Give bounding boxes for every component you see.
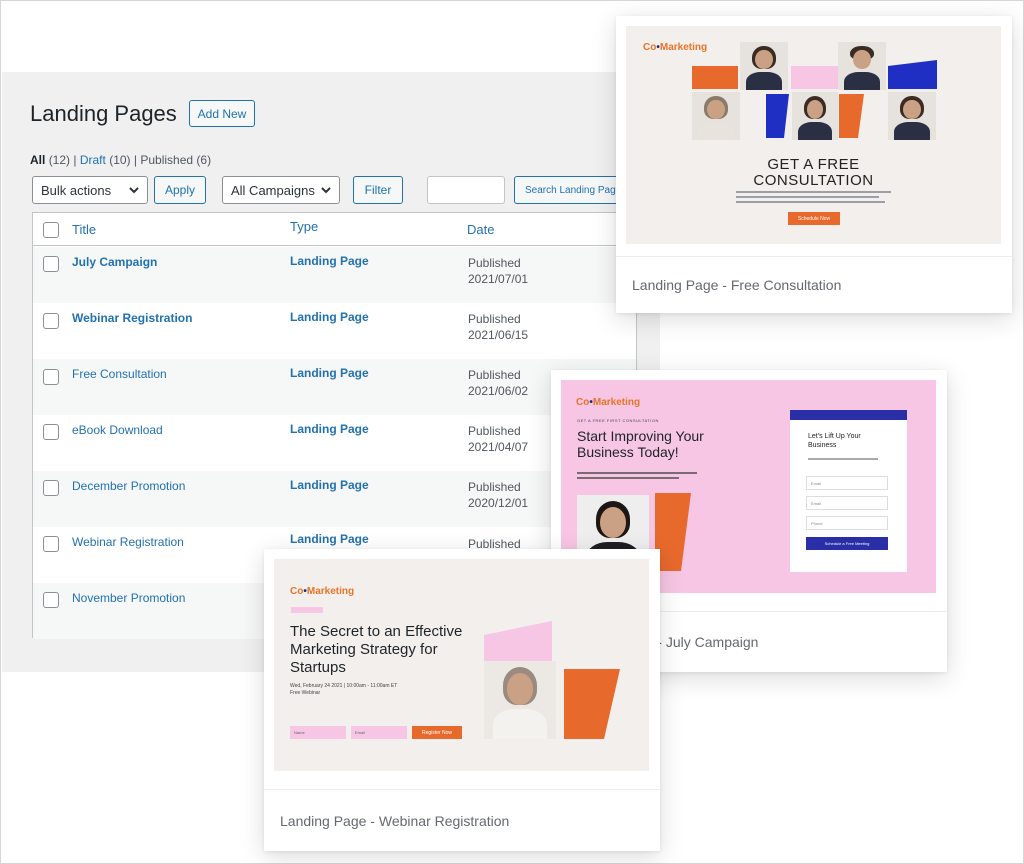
row-title-link[interactable]: December Promotion xyxy=(72,479,185,493)
row-title-link[interactable]: Free Consultation xyxy=(72,367,167,381)
bulk-actions-select[interactable]: Bulk actions xyxy=(32,176,148,204)
chevron-down-icon xyxy=(128,182,140,201)
card-caption: Landing Page - Webinar Registration xyxy=(264,789,660,851)
template-headline: The Secret to an Effective Marketing Str… xyxy=(290,623,463,676)
row-type[interactable]: Landing Page xyxy=(290,478,369,492)
table-row: December Promotion Landing Page Publishe… xyxy=(33,471,636,527)
template-preview: Co•Marketing The Secret to an Effective … xyxy=(274,559,649,771)
table-header: Title Type Date xyxy=(33,213,636,246)
row-title-link[interactable]: July Campaign xyxy=(72,255,157,269)
template-signup-form: Let's Lift Up Your Business Email Email … xyxy=(790,410,907,572)
body-text-lines xyxy=(736,191,891,206)
table-row: eBook Download Landing Page Published 202… xyxy=(33,415,636,471)
template-card-webinar-registration[interactable]: Co•Marketing The Secret to an Effective … xyxy=(264,549,660,851)
template-name-field: Name xyxy=(290,726,346,739)
row-type[interactable]: Landing Page xyxy=(290,532,369,546)
body-text-lines xyxy=(577,472,697,479)
template-cta-button: Register Now xyxy=(412,726,462,739)
row-title-link[interactable]: November Promotion xyxy=(72,591,185,605)
search-input[interactable] xyxy=(427,176,505,204)
person-photo xyxy=(888,92,936,140)
filter-button[interactable]: Filter xyxy=(353,176,403,204)
row-checkbox[interactable] xyxy=(43,592,59,608)
table-row: Webinar Registration Landing Page Publis… xyxy=(33,303,636,359)
row-checkbox[interactable] xyxy=(43,536,59,552)
person-photo xyxy=(792,92,838,140)
search-landing-pages-button[interactable]: Search Landing Pages xyxy=(514,176,624,204)
status-filters: All (12) | Draft (10) | Published (6) xyxy=(30,153,212,167)
filter-published[interactable]: Published (6) xyxy=(140,153,211,167)
row-date: Published 2020/12/01 xyxy=(468,480,529,510)
column-type: Type xyxy=(290,219,319,234)
brand-logo: Co•Marketing xyxy=(576,397,641,408)
row-checkbox[interactable] xyxy=(43,480,59,496)
filter-draft[interactable]: Draft (10) xyxy=(80,153,131,167)
apply-button[interactable]: Apply xyxy=(154,176,206,204)
row-date: Published 2021/04/07 xyxy=(468,424,529,454)
row-date: Published 2021/06/15 xyxy=(468,312,529,342)
row-type[interactable]: Landing Page xyxy=(290,254,369,268)
card-caption: Landing Page - Free Consultation xyxy=(616,256,1012,313)
template-subline: Wed, February 24 2021 | 10:00am - 11:00a… xyxy=(290,683,398,696)
page-title: Landing Pages xyxy=(30,101,177,126)
select-all-checkbox[interactable] xyxy=(43,222,59,238)
row-date: Published 2021/06/02 xyxy=(468,368,529,398)
row-title-link[interactable]: eBook Download xyxy=(72,423,163,437)
template-headline: Start Improving Your Business Today! xyxy=(577,428,704,460)
template-preview: Co•Marketing GET A FREE CONSULTATION Sche… xyxy=(626,26,1001,244)
filter-all[interactable]: All (12) xyxy=(30,153,70,167)
table-row: July Campaign Landing Page Published 2021… xyxy=(33,247,636,303)
column-title[interactable]: Title xyxy=(72,222,96,237)
row-title-link[interactable]: Webinar Registration xyxy=(72,535,184,549)
row-type[interactable]: Landing Page xyxy=(290,310,369,324)
row-checkbox[interactable] xyxy=(43,313,59,329)
person-photo xyxy=(838,42,886,90)
chevron-down-icon xyxy=(320,182,332,201)
row-checkbox[interactable] xyxy=(43,369,59,385)
row-title-link[interactable]: Webinar Registration xyxy=(72,311,192,325)
template-email-field: Email xyxy=(351,726,407,739)
template-pretag: GET A FREE FIRST CONSULTATION xyxy=(577,418,659,423)
row-checkbox[interactable] xyxy=(43,424,59,440)
table-row: Free Consultation Landing Page Published… xyxy=(33,359,636,415)
template-cta-button: Schedule Now xyxy=(788,212,840,225)
person-photo xyxy=(484,661,556,739)
person-photo xyxy=(740,42,788,90)
template-headline: GET A FREE CONSULTATION xyxy=(753,156,874,189)
tag-chip xyxy=(291,607,323,613)
template-card-free-consultation[interactable]: Co•Marketing GET A FREE CONSULTATION Sche… xyxy=(616,16,1012,313)
row-type[interactable]: Landing Page xyxy=(290,422,369,436)
add-new-button[interactable]: Add New xyxy=(189,100,255,127)
campaigns-select[interactable]: All Campaigns xyxy=(222,176,340,204)
row-date: Published 2021/07/01 xyxy=(468,256,529,286)
person-photo xyxy=(692,92,740,140)
column-date[interactable]: Date xyxy=(467,222,494,237)
brand-logo: Co•Marketing xyxy=(290,586,355,597)
row-type[interactable]: Landing Page xyxy=(290,366,369,380)
row-checkbox[interactable] xyxy=(43,256,59,272)
